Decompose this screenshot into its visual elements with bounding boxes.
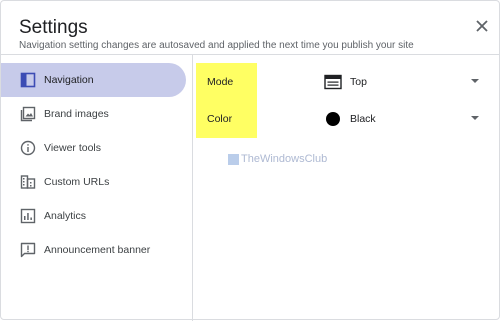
navigation-icon: [20, 72, 36, 88]
header-divider: [1, 54, 500, 55]
sidebar-item-custom-urls[interactable]: Custom URLs: [1, 165, 192, 199]
domain-icon: [20, 174, 36, 190]
top-nav-icon: [324, 73, 342, 91]
dialog-subtitle: Navigation setting changes are autosaved…: [19, 40, 414, 51]
sidebar-item-announcement-banner[interactable]: Announcement banner: [1, 233, 192, 267]
color-select[interactable]: Black: [324, 106, 484, 132]
mode-label: Mode: [196, 63, 257, 101]
sidebar-item-brand-images[interactable]: Brand images: [1, 97, 192, 131]
sidebar: Navigation Brand images Viewer tools Cus…: [1, 63, 192, 267]
mode-row: Mode Top: [194, 63, 500, 105]
watermark-logo: [228, 153, 239, 165]
analytics-icon: [20, 208, 36, 224]
color-label: Color: [196, 100, 257, 138]
close-icon: [476, 20, 488, 32]
sidebar-item-label: Navigation: [44, 74, 94, 86]
sidebar-item-viewer-tools[interactable]: Viewer tools: [1, 131, 192, 165]
watermark: TheWindowsClub: [228, 153, 327, 165]
sidebar-item-navigation[interactable]: Navigation: [1, 63, 186, 97]
sidebar-item-label: Custom URLs: [44, 176, 110, 188]
color-value: Black: [350, 113, 376, 125]
chevron-down-icon: [471, 79, 479, 83]
sidebar-item-label: Analytics: [44, 210, 87, 222]
image-icon: [20, 106, 36, 122]
close-button[interactable]: [471, 15, 493, 37]
announcement-icon: [20, 242, 36, 258]
color-dot-icon: [324, 110, 342, 128]
dialog-title: Settings: [19, 17, 88, 38]
watermark-text: TheWindowsClub: [241, 153, 328, 165]
sidebar-divider: [192, 55, 193, 321]
mode-select[interactable]: Top: [324, 69, 484, 95]
mode-value: Top: [350, 76, 367, 88]
sidebar-item-label: Announcement banner: [44, 244, 151, 256]
sidebar-item-label: Viewer tools: [44, 142, 102, 154]
sidebar-item-label: Brand images: [44, 108, 109, 120]
color-row: Color Black: [194, 100, 500, 142]
sidebar-item-analytics[interactable]: Analytics: [1, 199, 192, 233]
chevron-down-icon: [471, 116, 479, 120]
info-icon: [20, 140, 36, 156]
settings-dialog: Settings Navigation setting changes are …: [0, 0, 500, 321]
